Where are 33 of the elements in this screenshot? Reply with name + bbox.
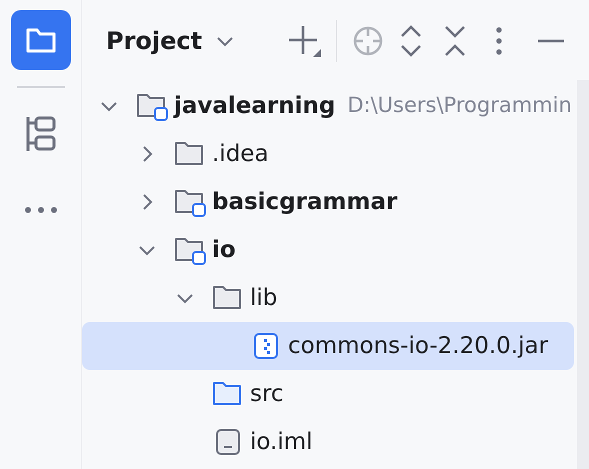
tool-window-button[interactable] <box>10 10 70 70</box>
tree-item[interactable]: .idea <box>82 130 574 178</box>
tree-item[interactable]: src <box>82 370 574 418</box>
tree-item[interactable]: basicgrammar <box>82 178 574 226</box>
chevron-right-icon <box>142 145 152 163</box>
hide-button[interactable] <box>538 39 564 43</box>
view-dropdown[interactable]: Project <box>106 23 234 59</box>
tree-item[interactable]: javalearning D:\Users\Programmin <box>82 82 574 130</box>
item-name: src <box>250 380 284 409</box>
add-button[interactable] <box>288 24 322 58</box>
item-path: D:\Users\Programmin <box>347 92 572 120</box>
chevron-down-icon <box>216 36 234 46</box>
chevron-down-icon <box>100 100 118 112</box>
chevron-down-icon <box>176 292 194 304</box>
tree-item[interactable]: io <box>82 226 574 274</box>
item-name: io.iml <box>250 428 313 457</box>
chevron-right-icon <box>142 193 152 211</box>
item-name: javalearning <box>174 92 336 121</box>
item-name: lib <box>250 284 278 313</box>
more-icon <box>24 206 58 214</box>
tree-item[interactable]: lib <box>82 274 574 322</box>
item-name: basicgrammar <box>212 188 398 217</box>
expand-button[interactable] <box>400 25 422 57</box>
collapse-button[interactable] <box>444 25 466 57</box>
tree-item[interactable]: io.iml <box>82 418 574 466</box>
item-name: .idea <box>212 140 269 169</box>
chevron-down-icon <box>138 244 156 256</box>
item-name: commons-io-2.20.0.jar <box>288 332 548 361</box>
folder-icon <box>24 26 56 54</box>
options-button[interactable] <box>496 27 502 55</box>
structure-icon <box>24 115 56 153</box>
item-name: io <box>212 236 236 265</box>
tree-item[interactable]: commons-io-2.20.0.jar <box>82 322 574 370</box>
